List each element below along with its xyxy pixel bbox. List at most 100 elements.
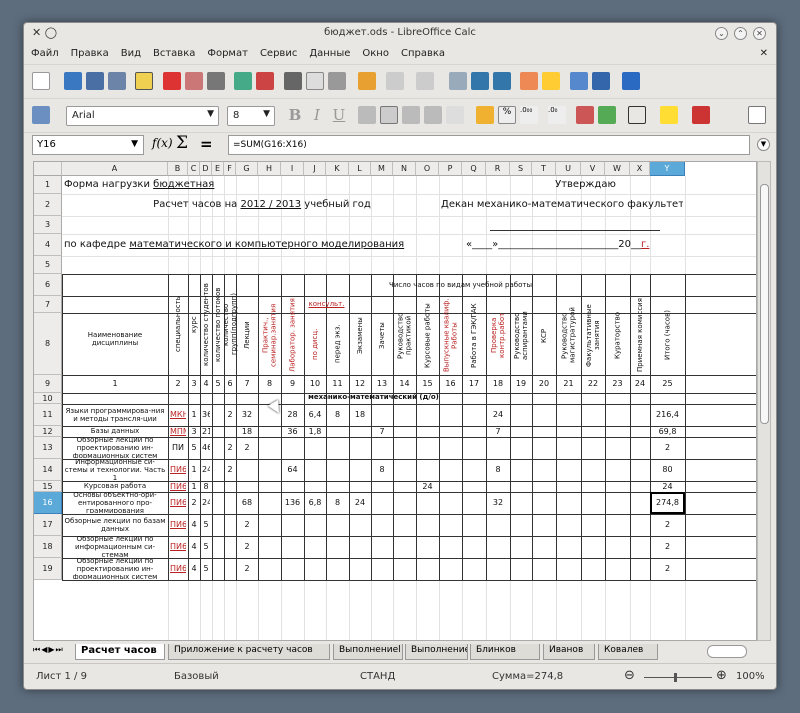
column-header[interactable]: G [236,162,258,176]
column-header[interactable]: U [556,162,581,176]
align-left-icon[interactable] [358,106,376,124]
active-cell-cursor[interactable] [650,492,685,514]
email-icon[interactable] [108,72,126,90]
row-header[interactable]: 18 [34,536,62,558]
select-all-corner[interactable] [34,162,62,176]
navigator-icon[interactable] [570,72,588,90]
sum-display[interactable]: Сумма=274,8 [492,671,563,682]
insert-mode[interactable]: СТАНД [360,671,395,682]
menu-item-3[interactable]: Вид [114,45,146,59]
column-header[interactable]: A [62,162,168,176]
decrease-indent-icon[interactable] [576,106,594,124]
column-header[interactable]: Y [650,162,685,176]
increase-indent-icon[interactable] [598,106,616,124]
menu-item-8[interactable]: Окно [355,45,394,59]
column-header[interactable]: N [393,162,416,176]
scrollbar-thumb[interactable] [760,184,769,424]
underline-icon[interactable]: U [330,106,348,124]
function-wizard-icon[interactable]: f(x) [152,136,173,150]
print-icon[interactable] [185,72,203,90]
font-name-select[interactable]: Arial ▼ [66,106,219,126]
column-header[interactable]: O [416,162,439,176]
row-header[interactable]: 13 [34,437,62,459]
column-header[interactable]: K [326,162,349,176]
gallery-icon[interactable] [592,72,610,90]
bold-icon[interactable]: B [286,106,304,124]
sort-descending-icon[interactable] [493,72,511,90]
font-size-select[interactable]: 8 ▼ [227,106,275,126]
menu-item-5[interactable]: Формат [200,45,253,59]
column-header[interactable]: I [281,162,304,176]
column-header[interactable]: M [371,162,393,176]
currency-icon[interactable] [476,106,494,124]
align-center-icon[interactable] [380,106,398,124]
row-header[interactable]: 10 [34,393,62,404]
column-header[interactable]: P [439,162,462,176]
menu-item-9[interactable]: Справка [394,45,450,59]
vertical-scrollbar[interactable] [757,161,771,641]
spellcheck-icon[interactable] [234,72,252,90]
column-header[interactable]: W [605,162,630,176]
draw-functions-icon[interactable] [542,72,560,90]
expand-formula-icon[interactable]: ▼ [757,138,770,151]
italic-icon[interactable]: I [308,106,326,124]
zoom-out-icon[interactable]: ⊖ [624,668,635,683]
row-header[interactable]: 16 [34,492,62,514]
sheet-tab[interactable]: Иванов [543,644,595,660]
row-header[interactable]: 9 [34,375,62,393]
column-header[interactable]: F [224,162,236,176]
export-pdf-icon[interactable] [163,72,181,90]
menu-item-6[interactable]: Сервис [253,45,302,59]
column-header[interactable]: E [212,162,224,176]
zoom-in-icon[interactable]: ⊕ [716,668,727,683]
row-header[interactable]: 11 [34,404,62,426]
column-header[interactable]: J [304,162,326,176]
row-header[interactable]: 5 [34,256,62,274]
row-header[interactable]: 2 [34,194,62,216]
column-header[interactable]: L [349,162,371,176]
column-header[interactable]: S [510,162,532,176]
row-header[interactable]: 1 [34,176,62,194]
sheet-tab[interactable]: Выполнениеll [405,644,468,660]
column-header[interactable]: D [200,162,212,176]
copy-icon[interactable] [306,72,324,90]
zoom-slider-handle[interactable] [674,673,677,682]
undo-icon[interactable] [386,72,404,90]
column-header[interactable]: X [630,162,650,176]
row-header[interactable]: 8 [34,313,62,375]
row-header[interactable]: 6 [34,274,62,296]
edit-file-icon[interactable] [135,72,153,90]
new-document-icon[interactable] [32,72,50,90]
close-document-icon[interactable]: ✕ [760,48,768,59]
sheet-tab[interactable]: Приложение к расчету часов [168,644,330,660]
align-right-icon[interactable] [402,106,420,124]
function-icon[interactable]: = [200,135,213,153]
zoom-level[interactable]: 100% [736,671,765,682]
menu-item-1[interactable]: Файл [24,45,64,59]
open-icon[interactable] [64,72,82,90]
row-header[interactable]: 4 [34,234,62,256]
chart-icon[interactable] [520,72,538,90]
close-icon[interactable]: ✕ [753,27,766,40]
font-color-icon[interactable] [692,106,710,124]
sidebar-toggle-icon[interactable] [748,106,766,124]
menu-item-4[interactable]: Вставка [146,45,200,59]
tab-navigation-icon[interactable]: ⏮◀▶⏭ [33,645,64,655]
column-header[interactable]: R [486,162,510,176]
menu-item-2[interactable]: Правка [64,45,114,59]
sheet-tab[interactable]: Блинков [470,644,540,660]
row-header[interactable]: 15 [34,481,62,492]
save-icon[interactable] [86,72,104,90]
minimize-icon[interactable]: ⌄ [715,27,728,40]
sum-icon[interactable]: Σ [176,133,188,153]
paste-icon[interactable] [328,72,346,90]
add-decimal-icon[interactable]: .0₀₀ [520,106,538,124]
borders-icon[interactable] [628,106,646,124]
horizontal-scrollbar[interactable] [707,645,747,658]
row-header[interactable]: 7 [34,296,62,313]
merge-cells-icon[interactable] [446,106,464,124]
row-header[interactable]: 3 [34,216,62,234]
formula-input[interactable]: =SUM(G16:X16) [228,135,750,155]
column-header[interactable]: C [188,162,200,176]
column-header[interactable]: V [581,162,605,176]
